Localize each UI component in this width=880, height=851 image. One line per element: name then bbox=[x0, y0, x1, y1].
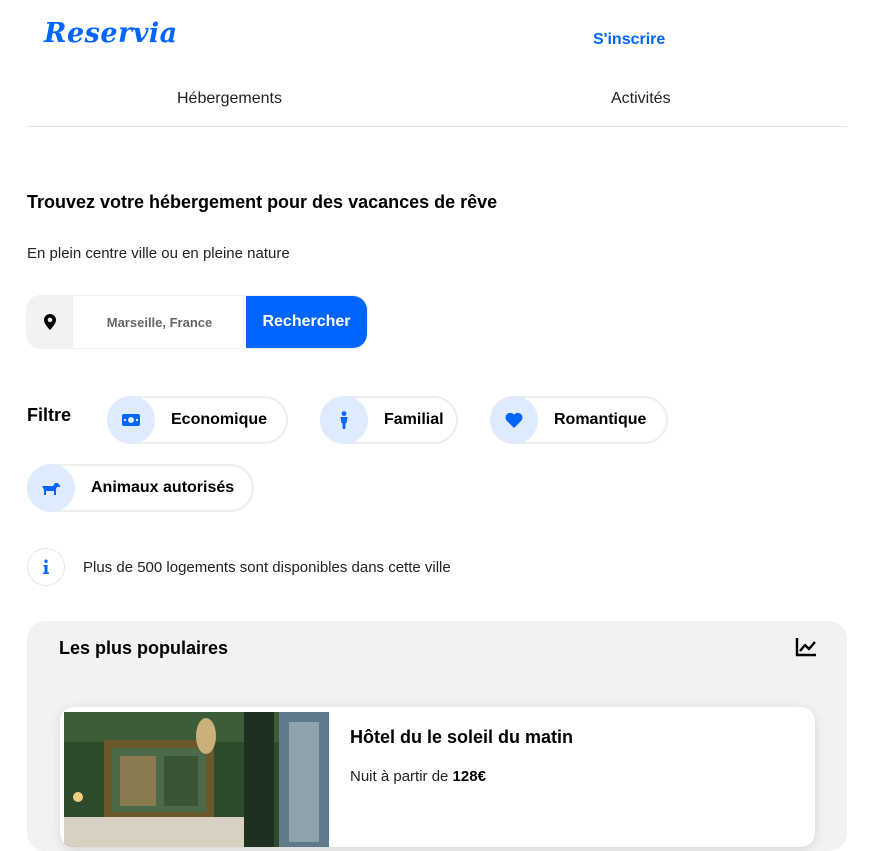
price-value: 128€ bbox=[452, 768, 486, 785]
filter-familial[interactable]: Familial bbox=[320, 396, 458, 444]
dog-icon bbox=[27, 464, 75, 512]
signup-link[interactable]: S'inscrire bbox=[593, 31, 665, 49]
person-icon bbox=[320, 396, 368, 444]
filter-label-familial: Familial bbox=[384, 411, 444, 428]
filter-label: Filtre bbox=[27, 405, 72, 425]
hotel-price: Nuit à partir de 128€ bbox=[350, 768, 486, 785]
chart-line-icon[interactable] bbox=[795, 637, 817, 662]
popular-title: Les plus populaires bbox=[59, 638, 229, 658]
filter-animaux[interactable]: Animaux autorisés bbox=[27, 464, 254, 512]
money-icon bbox=[107, 396, 155, 444]
filter-economique[interactable]: Economique bbox=[107, 396, 288, 444]
filter-label-animaux: Animaux autorisés bbox=[91, 479, 235, 496]
filter-label-romantique: Romantique bbox=[554, 411, 647, 428]
search-input[interactable] bbox=[73, 296, 246, 348]
availability-text: Plus de 500 logements sont disponibles d… bbox=[83, 559, 451, 576]
hotel-name[interactable]: Hôtel du le soleil du matin bbox=[350, 727, 573, 748]
info-icon bbox=[27, 548, 65, 586]
heart-icon bbox=[490, 396, 538, 444]
location-pin-icon bbox=[27, 296, 73, 348]
filter-label-economique: Economique bbox=[171, 411, 268, 428]
page-title: Trouvez votre hébergement pour des vacan… bbox=[27, 192, 498, 212]
hotel-photo bbox=[64, 712, 329, 847]
price-prefix: Nuit à partir de bbox=[350, 768, 453, 785]
page-subtitle: En plein centre ville ou en pleine natur… bbox=[27, 245, 290, 262]
nav-tab-hebergements[interactable]: Hébergements bbox=[177, 90, 282, 108]
search-button[interactable]: Rechercher bbox=[246, 296, 367, 348]
logo[interactable]: Reservia bbox=[44, 18, 178, 49]
nav-tab-activites[interactable]: Activités bbox=[611, 90, 671, 108]
nav-divider bbox=[27, 126, 847, 127]
filter-romantique[interactable]: Romantique bbox=[490, 396, 668, 444]
search-bar: Rechercher bbox=[27, 296, 367, 348]
